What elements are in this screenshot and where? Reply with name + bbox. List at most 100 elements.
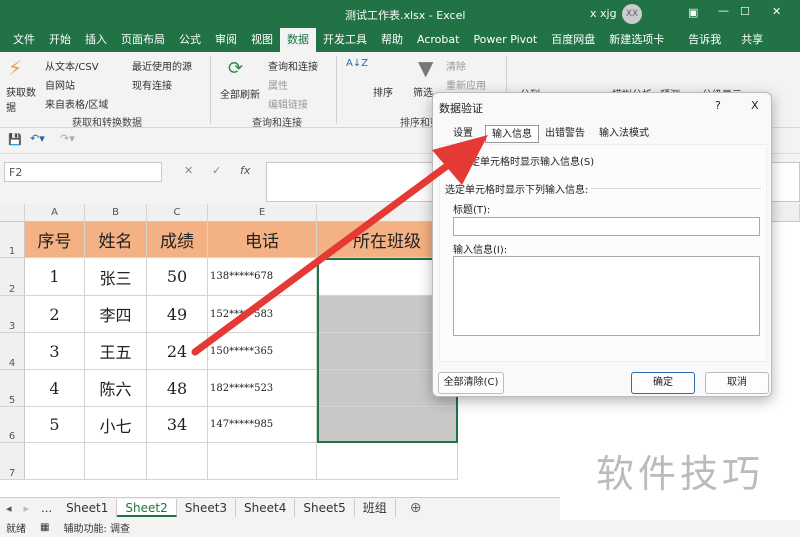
- accessibility-status[interactable]: 辅助功能: 调查: [63, 520, 130, 535]
- get-data-button[interactable]: 获取数据: [6, 84, 40, 114]
- cancel-icon[interactable]: ✕: [184, 164, 193, 177]
- maximize-button[interactable]: ☐: [740, 5, 750, 18]
- scroll-left-icon[interactable]: ◂: [0, 502, 18, 515]
- table-cell[interactable]: 50: [147, 258, 208, 296]
- sheet-tab[interactable]: Sheet4: [236, 499, 296, 517]
- message-textarea[interactable]: [453, 256, 760, 336]
- close-button[interactable]: ✕: [772, 5, 781, 18]
- ribbon-tab[interactable]: 百度网盘: [544, 28, 602, 52]
- ribbon-tab[interactable]: 帮助: [374, 28, 410, 52]
- insert-function-button[interactable]: fx: [240, 164, 250, 177]
- ribbon-tab[interactable]: 视图: [244, 28, 280, 52]
- properties-button[interactable]: 属性: [268, 77, 288, 92]
- table-cell[interactable]: 李四: [85, 296, 147, 333]
- macro-record-icon[interactable]: ▦: [40, 522, 49, 533]
- ribbon-tab[interactable]: Power Pivot: [466, 28, 544, 52]
- table-cell[interactable]: 2: [25, 296, 85, 333]
- select-all-corner[interactable]: [0, 204, 25, 222]
- row-header[interactable]: 1: [0, 222, 25, 258]
- more-sheets-icon[interactable]: …: [35, 502, 58, 515]
- table-cell[interactable]: [147, 443, 208, 480]
- table-cell[interactable]: 5: [25, 407, 85, 443]
- ribbon-tab[interactable]: 公式: [172, 28, 208, 52]
- column-header[interactable]: A: [25, 204, 85, 222]
- from-csv-button[interactable]: 从文本/CSV: [45, 58, 99, 73]
- row-header[interactable]: 6: [0, 407, 25, 443]
- from-table-button[interactable]: 来自表格/区域: [45, 96, 108, 111]
- header-cell[interactable]: 姓名: [85, 222, 147, 258]
- sheet-tab[interactable]: Sheet2: [117, 499, 177, 517]
- table-cell[interactable]: 49: [147, 296, 208, 333]
- row-header[interactable]: 5: [0, 370, 25, 407]
- table-cell[interactable]: 小七: [85, 407, 147, 443]
- undo-icon[interactable]: ↶▾: [30, 132, 45, 145]
- table-cell[interactable]: 4: [25, 370, 85, 407]
- header-cell[interactable]: 成绩: [147, 222, 208, 258]
- existing-connections-button[interactable]: 现有连接: [132, 77, 172, 92]
- filter-button[interactable]: 筛选: [413, 84, 433, 99]
- table-cell[interactable]: 3: [25, 333, 85, 370]
- table-cell[interactable]: 182*****523: [208, 370, 317, 407]
- ok-button[interactable]: 确定: [631, 372, 695, 394]
- refresh-all-button[interactable]: 全部刷新: [220, 86, 260, 101]
- ribbon-tab[interactable]: 文件: [6, 28, 42, 52]
- ribbon-display-icon[interactable]: ▣: [688, 6, 698, 19]
- column-header[interactable]: C: [147, 204, 208, 222]
- table-cell[interactable]: 张三: [85, 258, 147, 296]
- sort-az-icon[interactable]: A↓Z: [346, 58, 368, 69]
- ribbon-tab[interactable]: 审阅: [208, 28, 244, 52]
- ribbon-tab[interactable]: Acrobat: [410, 28, 466, 52]
- tab-input-message[interactable]: 输入信息: [485, 125, 539, 143]
- sort-button[interactable]: 排序: [373, 84, 393, 99]
- clear-all-button[interactable]: 全部清除(C): [438, 372, 504, 394]
- table-cell[interactable]: [25, 443, 85, 480]
- ribbon-tab[interactable]: 开发工具: [316, 28, 374, 52]
- from-web-button[interactable]: 自网站: [45, 77, 75, 92]
- help-button[interactable]: ?: [715, 99, 721, 112]
- ribbon-tab[interactable]: 数据: [280, 28, 316, 52]
- table-cell[interactable]: 147*****985: [208, 407, 317, 443]
- column-header[interactable]: E: [208, 204, 317, 222]
- column-header[interactable]: B: [85, 204, 147, 222]
- ribbon-tab[interactable]: 共享: [734, 28, 770, 52]
- tab-settings[interactable]: 设置: [447, 125, 479, 143]
- table-cell[interactable]: 陈六: [85, 370, 147, 407]
- sheet-tab[interactable]: 班组: [355, 499, 396, 517]
- ribbon-tab[interactable]: 新建选项卡: [602, 28, 671, 52]
- table-cell[interactable]: 150*****365: [208, 333, 317, 370]
- tab-ime-mode[interactable]: 输入法模式: [593, 125, 655, 143]
- header-cell[interactable]: 电话: [208, 222, 317, 258]
- cancel-button[interactable]: 取消: [705, 372, 769, 394]
- sheet-tab[interactable]: Sheet5: [295, 499, 355, 517]
- row-header[interactable]: 2: [0, 258, 25, 296]
- avatar[interactable]: XX: [622, 4, 642, 24]
- table-cell[interactable]: 王五: [85, 333, 147, 370]
- ribbon-tab[interactable]: 告诉我: [681, 28, 728, 52]
- ribbon-tab[interactable]: 开始: [42, 28, 78, 52]
- queries-button[interactable]: 查询和连接: [268, 58, 318, 73]
- minimize-button[interactable]: —: [718, 4, 729, 17]
- add-sheet-icon[interactable]: ⊕: [396, 500, 436, 516]
- table-cell[interactable]: 48: [147, 370, 208, 407]
- row-header[interactable]: 3: [0, 296, 25, 333]
- dialog-close-button[interactable]: X: [751, 99, 759, 112]
- row-header[interactable]: 7: [0, 443, 25, 480]
- table-cell[interactable]: 138*****678: [208, 258, 317, 296]
- sheet-tab[interactable]: Sheet1: [58, 499, 118, 517]
- title-input[interactable]: [453, 217, 760, 236]
- name-box[interactable]: F2: [4, 162, 162, 182]
- save-icon[interactable]: 💾: [8, 133, 22, 146]
- table-cell[interactable]: 24: [147, 333, 208, 370]
- table-cell[interactable]: 152*****583: [208, 296, 317, 333]
- ribbon-tab[interactable]: 页面布局: [114, 28, 172, 52]
- show-input-checkbox[interactable]: ✓: [445, 154, 456, 165]
- header-cell[interactable]: 序号: [25, 222, 85, 258]
- recent-sources-button[interactable]: 最近使用的源: [132, 58, 192, 73]
- table-cell[interactable]: 34: [147, 407, 208, 443]
- table-cell[interactable]: [85, 443, 147, 480]
- tab-error-alert[interactable]: 出错警告: [539, 125, 591, 143]
- row-header[interactable]: 4: [0, 333, 25, 370]
- ribbon-tab[interactable]: 插入: [78, 28, 114, 52]
- clear-button[interactable]: 清除: [446, 58, 466, 73]
- reapply-button[interactable]: 重新应用: [446, 77, 486, 92]
